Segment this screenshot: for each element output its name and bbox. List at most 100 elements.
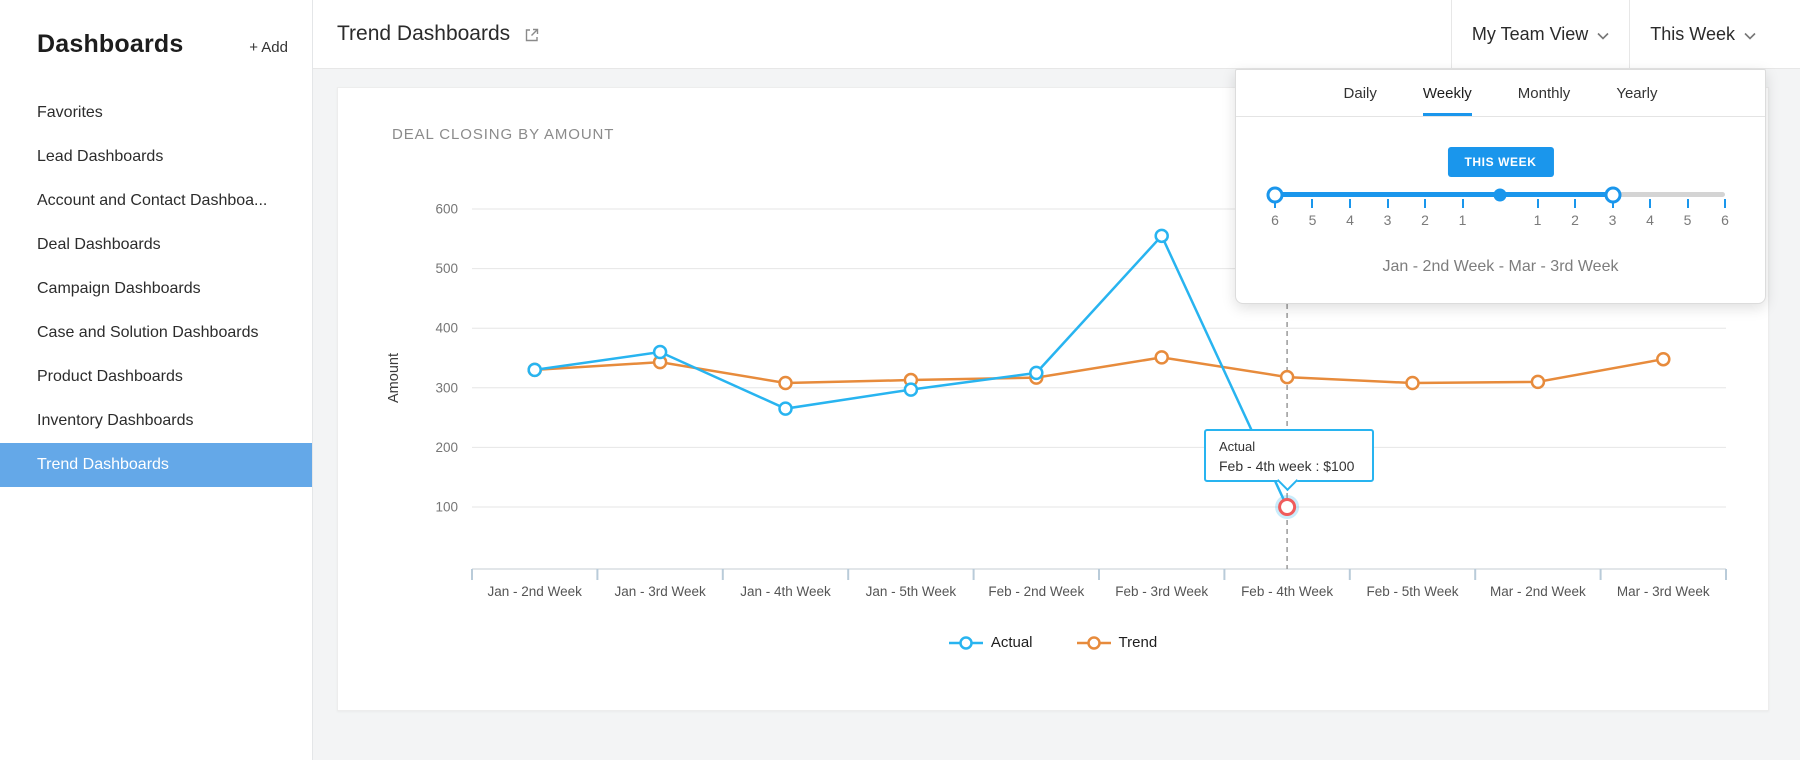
slider-track-fill: [1275, 192, 1613, 197]
slider-tick: [1649, 199, 1651, 208]
chevron-down-icon: [1597, 32, 1609, 40]
slider-tick-label: 1: [1534, 212, 1542, 228]
y-tick-label: 300: [435, 380, 458, 395]
y-tick-label: 100: [435, 500, 458, 515]
y-tick-label: 200: [435, 440, 458, 455]
x-tick-label: Feb - 4th Week: [1241, 584, 1333, 599]
period-tabs: Daily Weekly Monthly Yearly: [1236, 70, 1765, 117]
topbar-right: My Team View This Week: [1451, 0, 1776, 68]
topbar-left: Trend Dashboards: [337, 22, 541, 46]
trend-point[interactable]: [1657, 353, 1669, 365]
actual-point[interactable]: [1030, 367, 1042, 379]
chart-tooltip: Actual Feb - 4th week : $100: [1204, 429, 1374, 482]
slider-tick: [1462, 199, 1464, 208]
slider-tick-label: 1: [1459, 212, 1467, 228]
period-selector-label: This Week: [1650, 24, 1735, 45]
slider-tick: [1537, 199, 1539, 208]
tab-weekly[interactable]: Weekly: [1423, 70, 1472, 116]
x-tick-label: Mar - 2nd Week: [1490, 584, 1586, 599]
chart-legend: Actual Trend: [338, 634, 1768, 651]
this-week-button[interactable]: THIS WEEK: [1447, 147, 1553, 177]
open-in-new-icon[interactable]: [523, 26, 541, 44]
range-slider[interactable]: 654321123456: [1275, 182, 1725, 234]
slider-left-handle[interactable]: [1267, 186, 1284, 203]
x-tick-label: Jan - 5th Week: [866, 584, 957, 599]
trend-point[interactable]: [1156, 351, 1168, 363]
trend-point[interactable]: [780, 377, 792, 389]
highlighted-point[interactable]: [1280, 500, 1295, 515]
slider-tick: [1424, 199, 1426, 208]
add-dashboard-button[interactable]: + Add: [249, 39, 288, 56]
slider-tick-label: 3: [1609, 212, 1617, 228]
sidebar-item[interactable]: Trend Dashboards: [0, 443, 312, 487]
sidebar-item[interactable]: Case and Solution Dashboards: [0, 311, 312, 355]
slider-tick: [1687, 199, 1689, 208]
y-tick-label: 500: [435, 261, 458, 276]
slider-tick-label: 5: [1309, 212, 1317, 228]
tab-monthly[interactable]: Monthly: [1518, 70, 1571, 116]
page-title: Trend Dashboards: [337, 22, 510, 46]
tab-yearly[interactable]: Yearly: [1616, 70, 1657, 116]
sidebar: Dashboards + Add FavoritesLead Dashboard…: [0, 0, 313, 760]
slider-tick-label: 6: [1271, 212, 1279, 228]
trend-line: [535, 357, 1664, 383]
slider-tick-label: 5: [1684, 212, 1692, 228]
sidebar-item[interactable]: Deal Dashboards: [0, 223, 312, 267]
slider-tick-label: 4: [1646, 212, 1654, 228]
view-selector-label: My Team View: [1472, 24, 1588, 45]
slider-center-dot: [1494, 188, 1507, 201]
x-tick-label: Feb - 2nd Week: [988, 584, 1084, 599]
legend-item-actual[interactable]: Actual: [949, 634, 1033, 651]
actual-point[interactable]: [780, 403, 792, 415]
legend-label: Trend: [1119, 634, 1158, 651]
slider-tick-label: 3: [1384, 212, 1392, 228]
slider-tick: [1349, 199, 1351, 208]
tab-daily[interactable]: Daily: [1344, 70, 1377, 116]
x-tick-label: Feb - 5th Week: [1366, 584, 1458, 599]
x-tick-label: Jan - 3rd Week: [614, 584, 706, 599]
x-tick-label: Jan - 4th Week: [740, 584, 831, 599]
actual-point[interactable]: [529, 364, 541, 376]
slider-tick: [1311, 199, 1313, 208]
sidebar-title: Dashboards: [37, 30, 183, 59]
chevron-down-icon: [1744, 32, 1756, 40]
slider-tick-label: 4: [1346, 212, 1354, 228]
period-selector[interactable]: This Week: [1629, 0, 1776, 68]
sidebar-item[interactable]: Campaign Dashboards: [0, 267, 312, 311]
trend-legend-marker-icon: [1077, 636, 1111, 650]
legend-item-trend[interactable]: Trend: [1077, 634, 1158, 651]
topbar: Trend Dashboards My Team View This Week: [313, 0, 1800, 69]
y-tick-label: 600: [435, 202, 458, 217]
legend-label: Actual: [991, 634, 1033, 651]
slider-tick-label: 2: [1571, 212, 1579, 228]
sidebar-header: Dashboards + Add: [0, 0, 312, 59]
x-tick-label: Feb - 3rd Week: [1115, 584, 1208, 599]
trend-point[interactable]: [1281, 371, 1293, 383]
y-tick-label: 400: [435, 321, 458, 336]
dashboard-list: FavoritesLead DashboardsAccount and Cont…: [0, 91, 312, 487]
sidebar-item[interactable]: Lead Dashboards: [0, 135, 312, 179]
x-tick-label: Jan - 2nd Week: [488, 584, 583, 599]
sidebar-item[interactable]: Product Dashboards: [0, 355, 312, 399]
view-selector[interactable]: My Team View: [1451, 0, 1629, 68]
actual-point[interactable]: [654, 346, 666, 358]
actual-legend-marker-icon: [949, 636, 983, 650]
trend-point[interactable]: [1407, 377, 1419, 389]
sidebar-item[interactable]: Account and Contact Dashboa...: [0, 179, 312, 223]
slider-tick-label: 6: [1721, 212, 1729, 228]
x-tick-label: Mar - 3rd Week: [1617, 584, 1710, 599]
actual-line: [535, 236, 1287, 507]
slider-tick: [1724, 199, 1726, 208]
tooltip-value: Feb - 4th week : $100: [1219, 458, 1372, 474]
trend-point[interactable]: [1532, 376, 1544, 388]
sidebar-item[interactable]: Inventory Dashboards: [0, 399, 312, 443]
slider-tick: [1387, 199, 1389, 208]
tooltip-series-name: Actual: [1219, 439, 1372, 454]
actual-point[interactable]: [905, 384, 917, 396]
range-label: Jan - 2nd Week - Mar - 3rd Week: [1236, 258, 1765, 276]
period-popover: Daily Weekly Monthly Yearly THIS WEEK 6 5 4 3 2…: [1235, 69, 1766, 304]
sidebar-item[interactable]: Favorites: [0, 91, 312, 135]
actual-point[interactable]: [1156, 230, 1168, 242]
slider-tick: [1574, 199, 1576, 208]
slider-right-handle[interactable]: [1604, 186, 1621, 203]
